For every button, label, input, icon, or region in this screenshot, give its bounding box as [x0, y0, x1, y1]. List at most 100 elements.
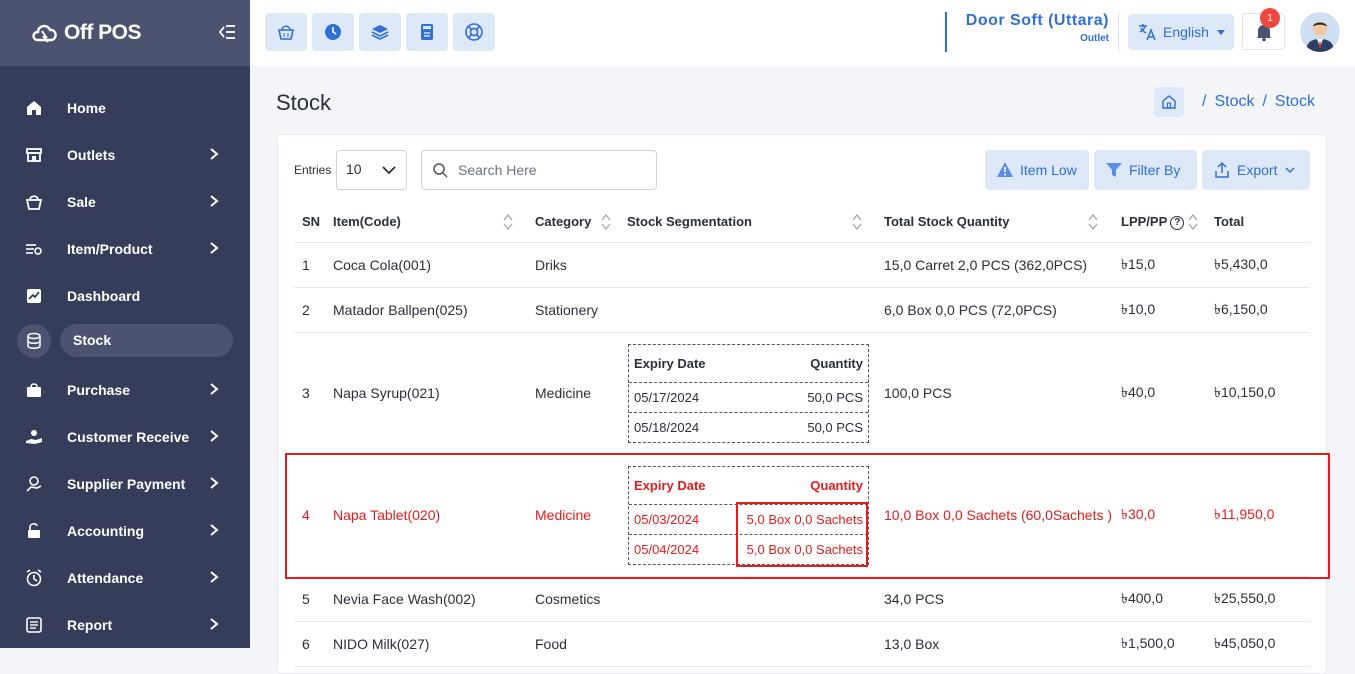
- entries-label: Entries: [294, 163, 332, 177]
- logo-icon: [32, 24, 57, 43]
- language-dropdown[interactable]: English: [1128, 14, 1234, 50]
- top-bar: Door Soft (Uttara) Outlet English 1: [250, 0, 1355, 66]
- cell-category: Cosmetics: [527, 576, 619, 622]
- item-low-button[interactable]: Item Low: [985, 150, 1089, 190]
- hand-coin-icon: [26, 430, 42, 444]
- sidebar-item-stock[interactable]: Stock: [0, 319, 250, 366]
- seg-header-date: Expiry Date: [634, 477, 706, 493]
- quick-clock-button[interactable]: [312, 13, 354, 51]
- chevron-right-icon: [210, 148, 219, 160]
- sidebar-item-sale[interactable]: Sale: [0, 178, 250, 225]
- basket-icon: [25, 195, 43, 210]
- sidebar-item-label: Sale: [67, 193, 96, 210]
- page-title: Stock: [276, 90, 332, 115]
- cell-category: Driks: [527, 242, 619, 288]
- cell-lpp: ৳30,0: [1113, 454, 1206, 577]
- stock-table: SN Item(Code) Category Stock Segmentatio…: [294, 202, 1310, 667]
- segmentation-header: Expiry Date Quantity: [629, 467, 868, 504]
- help-icon[interactable]: ?: [1170, 215, 1185, 230]
- sort-icon[interactable]: [601, 213, 611, 231]
- col-header-category[interactable]: Category: [527, 202, 619, 243]
- caret-down-icon: [1216, 29, 1225, 35]
- segmentation-table: Expiry Date Quantity 05/03/2024 5,0 Box 0,…: [628, 465, 869, 565]
- layers-icon: [371, 25, 389, 40]
- collapse-sidebar-icon[interactable]: [216, 22, 236, 42]
- sidebar-item-supplier-payment[interactable]: Supplier Payment: [0, 460, 250, 507]
- notification-badge: 1: [1260, 8, 1280, 28]
- table-row[interactable]: 5 Nevia Face Wash(002) Cosmetics 34,0 PC…: [294, 576, 1310, 622]
- cell-total-qty: 34,0 PCS: [876, 576, 1113, 622]
- search-box[interactable]: [421, 150, 657, 190]
- chevron-right-icon: [210, 430, 219, 442]
- search-input[interactable]: [458, 162, 648, 178]
- sidebar-item-item-product[interactable]: Item/Product: [0, 225, 250, 272]
- sidebar-item-dashboard[interactable]: Dashboard: [0, 272, 250, 319]
- outlet-selector[interactable]: Door Soft (Uttara) Outlet: [945, 12, 1115, 52]
- cell-item: Nevia Face Wash(002): [325, 576, 527, 622]
- breadcrumb-item[interactable]: Stock: [1214, 93, 1254, 111]
- sidebar-item-home[interactable]: Home: [0, 84, 250, 131]
- chevron-right-icon: [210, 524, 219, 536]
- seg-header-date: Expiry Date: [634, 355, 706, 371]
- cell-total: ৳10,150,0: [1206, 332, 1310, 455]
- entries-select[interactable]: 10: [336, 150, 407, 190]
- seg-date: 05/17/2024: [634, 389, 700, 405]
- breadcrumb-separator: /: [1262, 93, 1267, 110]
- user-avatar[interactable]: [1300, 12, 1340, 52]
- breadcrumb-separator: /: [1202, 93, 1207, 110]
- sort-icon[interactable]: [1088, 213, 1098, 231]
- cell-item: Napa Tablet(020): [325, 454, 527, 577]
- alarm-clock-icon: [26, 569, 42, 587]
- cell-segmentation: [619, 287, 876, 333]
- sort-icon[interactable]: [503, 213, 513, 231]
- table-row[interactable]: 2 Matador Ballpen(025) Stationery 6,0 Bo…: [294, 287, 1310, 333]
- col-header-lpp[interactable]: LPP/PP?: [1113, 202, 1206, 243]
- clock-icon: [325, 24, 341, 40]
- database-icon: [27, 332, 41, 349]
- sidebar: Off POS Home Outlets Sale Item/Product D…: [0, 0, 250, 648]
- cell-lpp: ৳15,0: [1113, 242, 1206, 288]
- quick-layers-button[interactable]: [359, 13, 401, 51]
- translate-icon: [1139, 24, 1156, 41]
- cell-segmentation: [619, 621, 876, 667]
- segmentation-row: 05/04/2024 5,0 Box 0,0 Sachets: [629, 533, 868, 564]
- sidebar-item-label: Supplier Payment: [67, 475, 186, 492]
- sort-icon[interactable]: [1188, 213, 1198, 231]
- sidebar-item-label: Dashboard: [67, 287, 141, 304]
- cell-sn: 5: [294, 576, 325, 622]
- col-header-label: LPP/PP: [1121, 213, 1168, 229]
- calculator-icon: [421, 24, 433, 40]
- export-button[interactable]: Export: [1202, 150, 1310, 190]
- segmentation-row: 05/03/2024 5,0 Box 0,0 Sachets: [629, 503, 868, 534]
- col-header-segmentation[interactable]: Stock Segmentation: [619, 202, 876, 243]
- outlet-subtitle: Outlet: [1080, 33, 1109, 44]
- avatar-image: [1300, 12, 1340, 52]
- col-header-item[interactable]: Item(Code): [325, 202, 527, 243]
- col-header-total-qty[interactable]: Total Stock Quantity: [876, 202, 1113, 243]
- sidebar-item-attendance[interactable]: Attendance: [0, 554, 250, 601]
- quick-support-button[interactable]: [453, 13, 495, 51]
- sidebar-item-report[interactable]: Report: [0, 601, 250, 648]
- sidebar-item-customer-receive[interactable]: Customer Receive: [0, 413, 250, 460]
- sidebar-item-outlets[interactable]: Outlets: [0, 131, 250, 178]
- quick-calculator-button[interactable]: [406, 13, 448, 51]
- sidebar-item-label: Home: [67, 99, 106, 116]
- table-row[interactable]: 3 Napa Syrup(021) Medicine Expiry Date Qu…: [294, 332, 1310, 455]
- cell-total: ৳11,950,0: [1206, 454, 1310, 577]
- table-row[interactable]: 6 NIDO Milk(027) Food 13,0 Box ৳1,500,0 …: [294, 621, 1310, 667]
- sidebar-item-purchase[interactable]: Purchase: [0, 366, 250, 413]
- quick-pos-button[interactable]: [265, 13, 307, 51]
- chevron-right-icon: [210, 477, 219, 489]
- breadcrumb-item[interactable]: Stock: [1275, 93, 1315, 111]
- sidebar-item-accounting[interactable]: Accounting: [0, 507, 250, 554]
- breadcrumb-home[interactable]: [1154, 87, 1184, 117]
- table-row[interactable]: 1 Coca Cola(001) Driks 15,0 Carret 2,0 P…: [294, 242, 1310, 288]
- table-header-row: SN Item(Code) Category Stock Segmentatio…: [294, 202, 1310, 243]
- cell-total: ৳6,150,0: [1206, 287, 1310, 333]
- sort-icon[interactable]: [852, 213, 862, 231]
- cell-lpp: ৳40,0: [1113, 332, 1206, 455]
- table-row-highlighted[interactable]: 4 Napa Tablet(020) Medicine Expiry Date Q…: [294, 454, 1310, 577]
- col-header-label: Item(Code): [333, 214, 401, 230]
- col-header-label: Category: [535, 214, 592, 230]
- filter-by-button[interactable]: Filter By: [1094, 150, 1197, 190]
